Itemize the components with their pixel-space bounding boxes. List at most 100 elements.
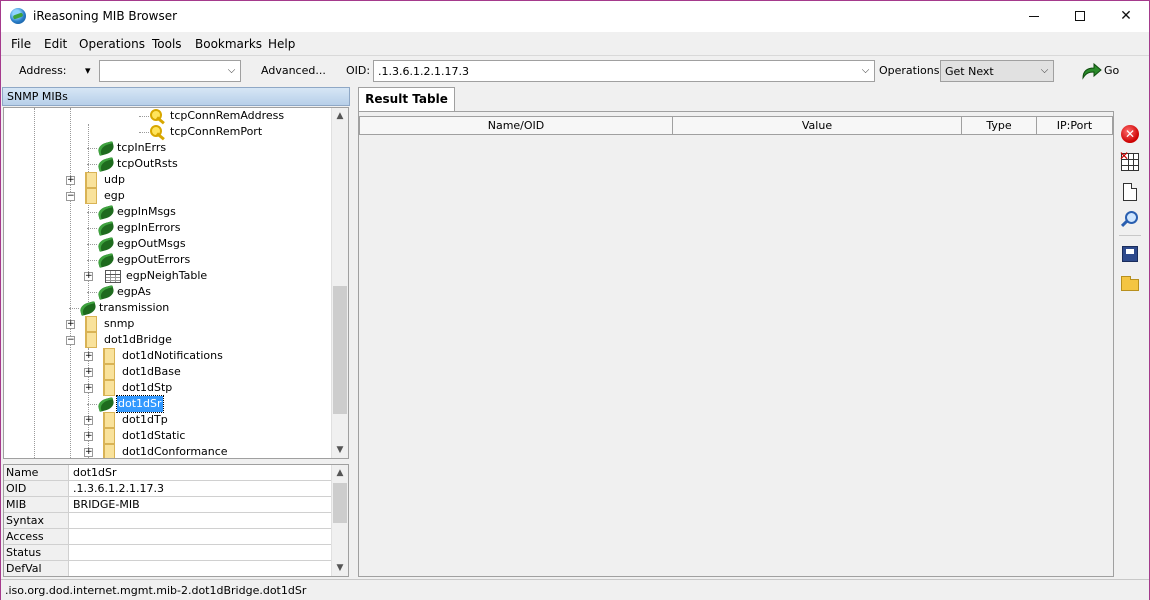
tree-item[interactable]: transmission (4, 300, 330, 316)
tree-item[interactable]: + snmp (4, 316, 330, 332)
expand-icon[interactable]: + (84, 352, 93, 361)
properties-scrollbar[interactable]: ▲ ▼ (331, 465, 348, 576)
column-header-name-oid[interactable]: Name/OID (359, 116, 673, 135)
expand-icon[interactable]: + (84, 432, 93, 441)
advanced-button[interactable]: Advanced... (261, 61, 326, 81)
tree-item[interactable]: + dot1dNotifications (4, 348, 330, 364)
tree-item[interactable]: + udp (4, 172, 330, 188)
tree-item[interactable]: + dot1dBase (4, 364, 330, 380)
minimize-button[interactable] (1011, 1, 1057, 31)
tree-item[interactable]: − egp (4, 188, 330, 204)
maximize-button[interactable] (1057, 1, 1103, 31)
tree-item-label[interactable]: egpInMsgs (117, 204, 176, 220)
menu-file[interactable]: File (10, 37, 32, 51)
expand-icon[interactable]: + (84, 384, 93, 393)
expand-icon[interactable]: + (84, 368, 93, 377)
tree-item-label[interactable]: dot1dStp (122, 380, 172, 396)
expand-icon[interactable]: + (84, 272, 93, 281)
address-input[interactable]: ⌵ (99, 60, 241, 82)
tree-item[interactable]: + egpNeighTable (4, 268, 330, 284)
chevron-down-icon[interactable]: ⌵ (223, 61, 240, 81)
property-row[interactable]: OID .1.3.6.1.2.1.17.3 (4, 481, 332, 497)
tree-item-label[interactable]: dot1dSr (116, 395, 164, 413)
property-row[interactable]: Status (4, 545, 332, 561)
column-header-ip-port[interactable]: IP:Port (1036, 116, 1113, 135)
new-document-button[interactable] (1119, 181, 1141, 203)
address-history-dropdown[interactable]: ▾ (85, 61, 97, 81)
tree-item-label[interactable]: egpAs (117, 284, 151, 300)
tree-item-label[interactable]: dot1dStatic (122, 428, 185, 444)
chevron-down-icon[interactable]: ⌵ (1036, 61, 1053, 81)
expand-icon[interactable]: + (84, 416, 93, 425)
tree-item[interactable]: egpInErrors (4, 220, 330, 236)
collapse-icon[interactable]: − (66, 336, 75, 345)
close-button[interactable]: ✕ (1103, 1, 1149, 31)
expand-icon[interactable]: + (66, 176, 75, 185)
collapse-icon[interactable]: − (66, 192, 75, 201)
tree-item-label[interactable]: dot1dBase (122, 364, 181, 380)
tree-item-label[interactable]: tcpOutRsts (117, 156, 178, 172)
tree-item[interactable]: tcpConnRemPort (4, 124, 330, 140)
tree-item[interactable]: tcpOutRsts (4, 156, 330, 172)
scroll-up-icon[interactable]: ▲ (332, 108, 348, 124)
tree-item[interactable]: dot1dSr (4, 395, 330, 413)
tree-item-label[interactable]: tcpConnRemAddress (170, 108, 284, 124)
open-button[interactable] (1119, 273, 1141, 295)
save-button[interactable] (1119, 243, 1141, 265)
menu-operations[interactable]: Operations (78, 37, 146, 51)
tree-item[interactable]: egpInMsgs (4, 204, 330, 220)
column-header-type[interactable]: Type (961, 116, 1037, 135)
tree-item-label[interactable]: dot1dConformance (122, 444, 228, 458)
scroll-up-icon[interactable]: ▲ (332, 465, 348, 481)
tree-item-label[interactable]: snmp (104, 316, 134, 332)
tree-item-label[interactable]: udp (104, 172, 125, 188)
go-button[interactable]: Go (1104, 61, 1119, 81)
column-header-value[interactable]: Value (672, 116, 962, 135)
oid-input[interactable]: .1.3.6.1.2.1.17.3 ⌵ (373, 60, 875, 82)
tree-item-label[interactable]: egpNeighTable (126, 268, 207, 284)
expand-icon[interactable]: + (66, 320, 75, 329)
tree-item[interactable]: + dot1dStatic (4, 428, 330, 444)
scroll-down-icon[interactable]: ▼ (332, 442, 348, 458)
tree-item[interactable]: + dot1dTp (4, 412, 330, 428)
tree-item[interactable]: tcpInErrs (4, 140, 330, 156)
tree-item-label[interactable]: egpOutErrors (117, 252, 190, 268)
tab-result-table[interactable]: Result Table (358, 87, 455, 111)
scroll-down-icon[interactable]: ▼ (332, 560, 348, 576)
chevron-down-icon[interactable]: ⌵ (857, 61, 874, 81)
menu-edit[interactable]: Edit (43, 37, 68, 51)
tree-item-label[interactable]: dot1dNotifications (122, 348, 223, 364)
property-row[interactable]: Access (4, 529, 332, 545)
tree-item-label[interactable]: tcpInErrs (117, 140, 166, 156)
properties-scroll-thumb[interactable] (333, 483, 347, 523)
tree-item[interactable]: egpAs (4, 284, 330, 300)
tree-item-label[interactable]: transmission (99, 300, 169, 316)
tree-item-label[interactable]: tcpConnRemPort (170, 124, 262, 140)
property-row[interactable]: Syntax (4, 513, 332, 529)
tree-item[interactable]: tcpConnRemAddress (4, 108, 330, 124)
mib-tree[interactable]: tcpConnRemAddress tcpConnRemPort tcpInErrs… (3, 107, 349, 459)
tree-item-label[interactable]: egpInErrors (117, 220, 181, 236)
clear-table-button[interactable]: ✕ (1119, 149, 1141, 173)
tree-item[interactable]: egpOutErrors (4, 252, 330, 268)
menu-help[interactable]: Help (267, 37, 296, 51)
menu-tools[interactable]: Tools (151, 37, 183, 51)
property-row[interactable]: DefVal (4, 561, 332, 576)
find-button[interactable] (1119, 209, 1141, 231)
tree-item-label[interactable]: dot1dBridge (104, 332, 172, 348)
expand-icon[interactable]: + (84, 448, 93, 457)
tree-item[interactable]: + dot1dStp (4, 380, 330, 396)
tree-scroll-thumb[interactable] (333, 286, 347, 414)
tree-item-label[interactable]: dot1dTp (122, 412, 168, 428)
delete-button[interactable]: ✕ (1119, 123, 1141, 145)
result-table[interactable]: Name/OID Value Type IP:Port (359, 114, 1113, 576)
operations-select[interactable]: Get Next ⌵ (940, 60, 1054, 82)
property-row[interactable]: MIB BRIDGE-MIB (4, 497, 332, 513)
tree-item[interactable]: − dot1dBridge (4, 332, 330, 348)
property-row[interactable]: Name dot1dSr (4, 465, 332, 481)
menu-bookmarks[interactable]: Bookmarks (194, 37, 263, 51)
tree-item[interactable]: egpOutMsgs (4, 236, 330, 252)
go-arrow-icon[interactable] (1080, 62, 1102, 80)
tree-item-label[interactable]: egp (104, 188, 125, 204)
tree-item[interactable]: + dot1dConformance (4, 444, 330, 458)
